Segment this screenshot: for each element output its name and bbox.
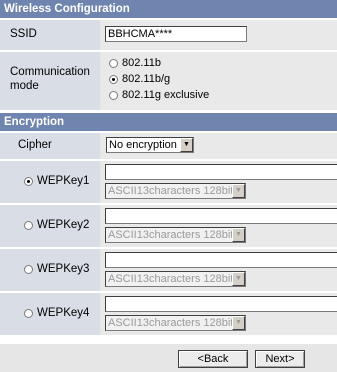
chevron-down-icon[interactable]: ▼ <box>232 228 245 242</box>
wizard-nav-bar: <Back Next> <box>0 344 337 372</box>
mode-option-80211g-exclusive[interactable]: 802.11g exclusive <box>109 89 209 101</box>
wep-key1-input[interactable] <box>105 164 337 180</box>
cipher-select[interactable]: No encryption ▼ <box>106 137 194 153</box>
chevron-down-icon[interactable]: ▼ <box>232 184 245 198</box>
mode-option-80211b[interactable]: 802.11b <box>109 57 161 69</box>
wep-key1-radio[interactable]: WEPKey1 <box>24 175 89 187</box>
wep-key-value-cell: ASCII13characters 128bit ▼ <box>101 293 337 335</box>
wep-key1-label: WEPKey1 <box>37 175 90 187</box>
wep-key-type-value: ASCII13characters 128bit <box>108 317 234 329</box>
mode-label-line1: Communication <box>10 66 90 78</box>
wep-key-label-cell: WEPKey3 <box>0 249 100 291</box>
wep-key-value-cell: ASCII13characters 128bit ▼ <box>101 161 337 203</box>
wep-key-row: WEPKey3 ASCII13characters 128bit ▼ <box>0 249 337 291</box>
wep-key4-radio[interactable]: WEPKey4 <box>24 307 89 319</box>
chevron-down-icon[interactable]: ▼ <box>232 316 245 330</box>
wep-key-label-cell: WEPKey2 <box>0 205 100 247</box>
ssid-input[interactable] <box>105 26 247 42</box>
radio-icon[interactable] <box>109 90 118 100</box>
back-button[interactable]: <Back <box>178 350 248 368</box>
mode-label-cell: Communication mode <box>0 52 100 110</box>
cipher-label-cell: Cipher <box>0 133 100 159</box>
ssid-row: SSID <box>0 20 337 50</box>
wep-key-type-value: ASCII13characters 128bit <box>108 229 234 241</box>
radio-selected-icon[interactable] <box>24 176 33 186</box>
next-button[interactable]: Next> <box>255 350 305 368</box>
chevron-down-icon[interactable]: ▼ <box>232 272 245 286</box>
mode-option-80211bg[interactable]: 802.11b/g <box>109 73 170 85</box>
wep-key-type-value: ASCII13characters 128bit <box>108 273 234 285</box>
wep-key4-type-select[interactable]: ASCII13characters 128bit ▼ <box>105 315 246 331</box>
communication-mode-row: Communication mode 802.11b 802.11b/g 802… <box>0 52 337 110</box>
wep-key-row: WEPKey2 ASCII13characters 128bit ▼ <box>0 205 337 247</box>
wep-key2-label: WEPKey2 <box>37 219 90 231</box>
wep-key-label-cell: WEPKey1 <box>0 161 100 203</box>
radio-selected-icon[interactable] <box>109 74 118 84</box>
wep-key1-type-select[interactable]: ASCII13characters 128bit ▼ <box>105 183 246 199</box>
wep-key3-input[interactable] <box>105 252 337 268</box>
encryption-header: Encryption <box>0 113 337 131</box>
wep-key-value-cell: ASCII13characters 128bit ▼ <box>101 249 337 291</box>
mode-options-cell: 802.11b 802.11b/g 802.11g exclusive <box>101 52 337 110</box>
radio-icon[interactable] <box>24 308 33 318</box>
cipher-label: Cipher <box>18 139 52 151</box>
mode-option-label: 802.11b <box>122 57 161 69</box>
wep-key3-label: WEPKey3 <box>37 263 90 275</box>
wep-key4-input[interactable] <box>105 296 337 312</box>
cipher-row: Cipher No encryption ▼ <box>0 133 337 159</box>
wep-key-label-cell: WEPKey4 <box>0 293 100 335</box>
radio-icon[interactable] <box>109 58 118 68</box>
wep-key-row: WEPKey1 ASCII13characters 128bit ▼ <box>0 161 337 203</box>
wireless-config-header: Wireless Configuration <box>0 0 337 18</box>
cipher-value-cell: No encryption ▼ <box>101 133 337 159</box>
ssid-label-cell: SSID <box>0 20 100 50</box>
wep-key4-label: WEPKey4 <box>37 307 90 319</box>
chevron-down-icon[interactable]: ▼ <box>180 138 193 152</box>
radio-icon[interactable] <box>24 264 33 274</box>
wep-key-type-value: ASCII13characters 128bit <box>108 185 234 197</box>
wep-key3-radio[interactable]: WEPKey3 <box>24 263 89 275</box>
wep-key2-type-select[interactable]: ASCII13characters 128bit ▼ <box>105 227 246 243</box>
mode-option-label: 802.11b/g <box>122 73 171 85</box>
wep-key3-type-select[interactable]: ASCII13characters 128bit ▼ <box>105 271 246 287</box>
mode-label-line2: mode <box>10 80 39 92</box>
wep-key2-radio[interactable]: WEPKey2 <box>24 219 89 231</box>
wep-key-row: WEPKey4 ASCII13characters 128bit ▼ <box>0 293 337 335</box>
radio-icon[interactable] <box>24 220 33 230</box>
wep-key2-input[interactable] <box>105 208 337 224</box>
wep-key-value-cell: ASCII13characters 128bit ▼ <box>101 205 337 247</box>
ssid-value-cell <box>101 20 337 50</box>
ssid-label: SSID <box>10 28 37 40</box>
cipher-select-value: No encryption <box>109 139 177 151</box>
mode-option-label: 802.11g exclusive <box>122 89 210 101</box>
